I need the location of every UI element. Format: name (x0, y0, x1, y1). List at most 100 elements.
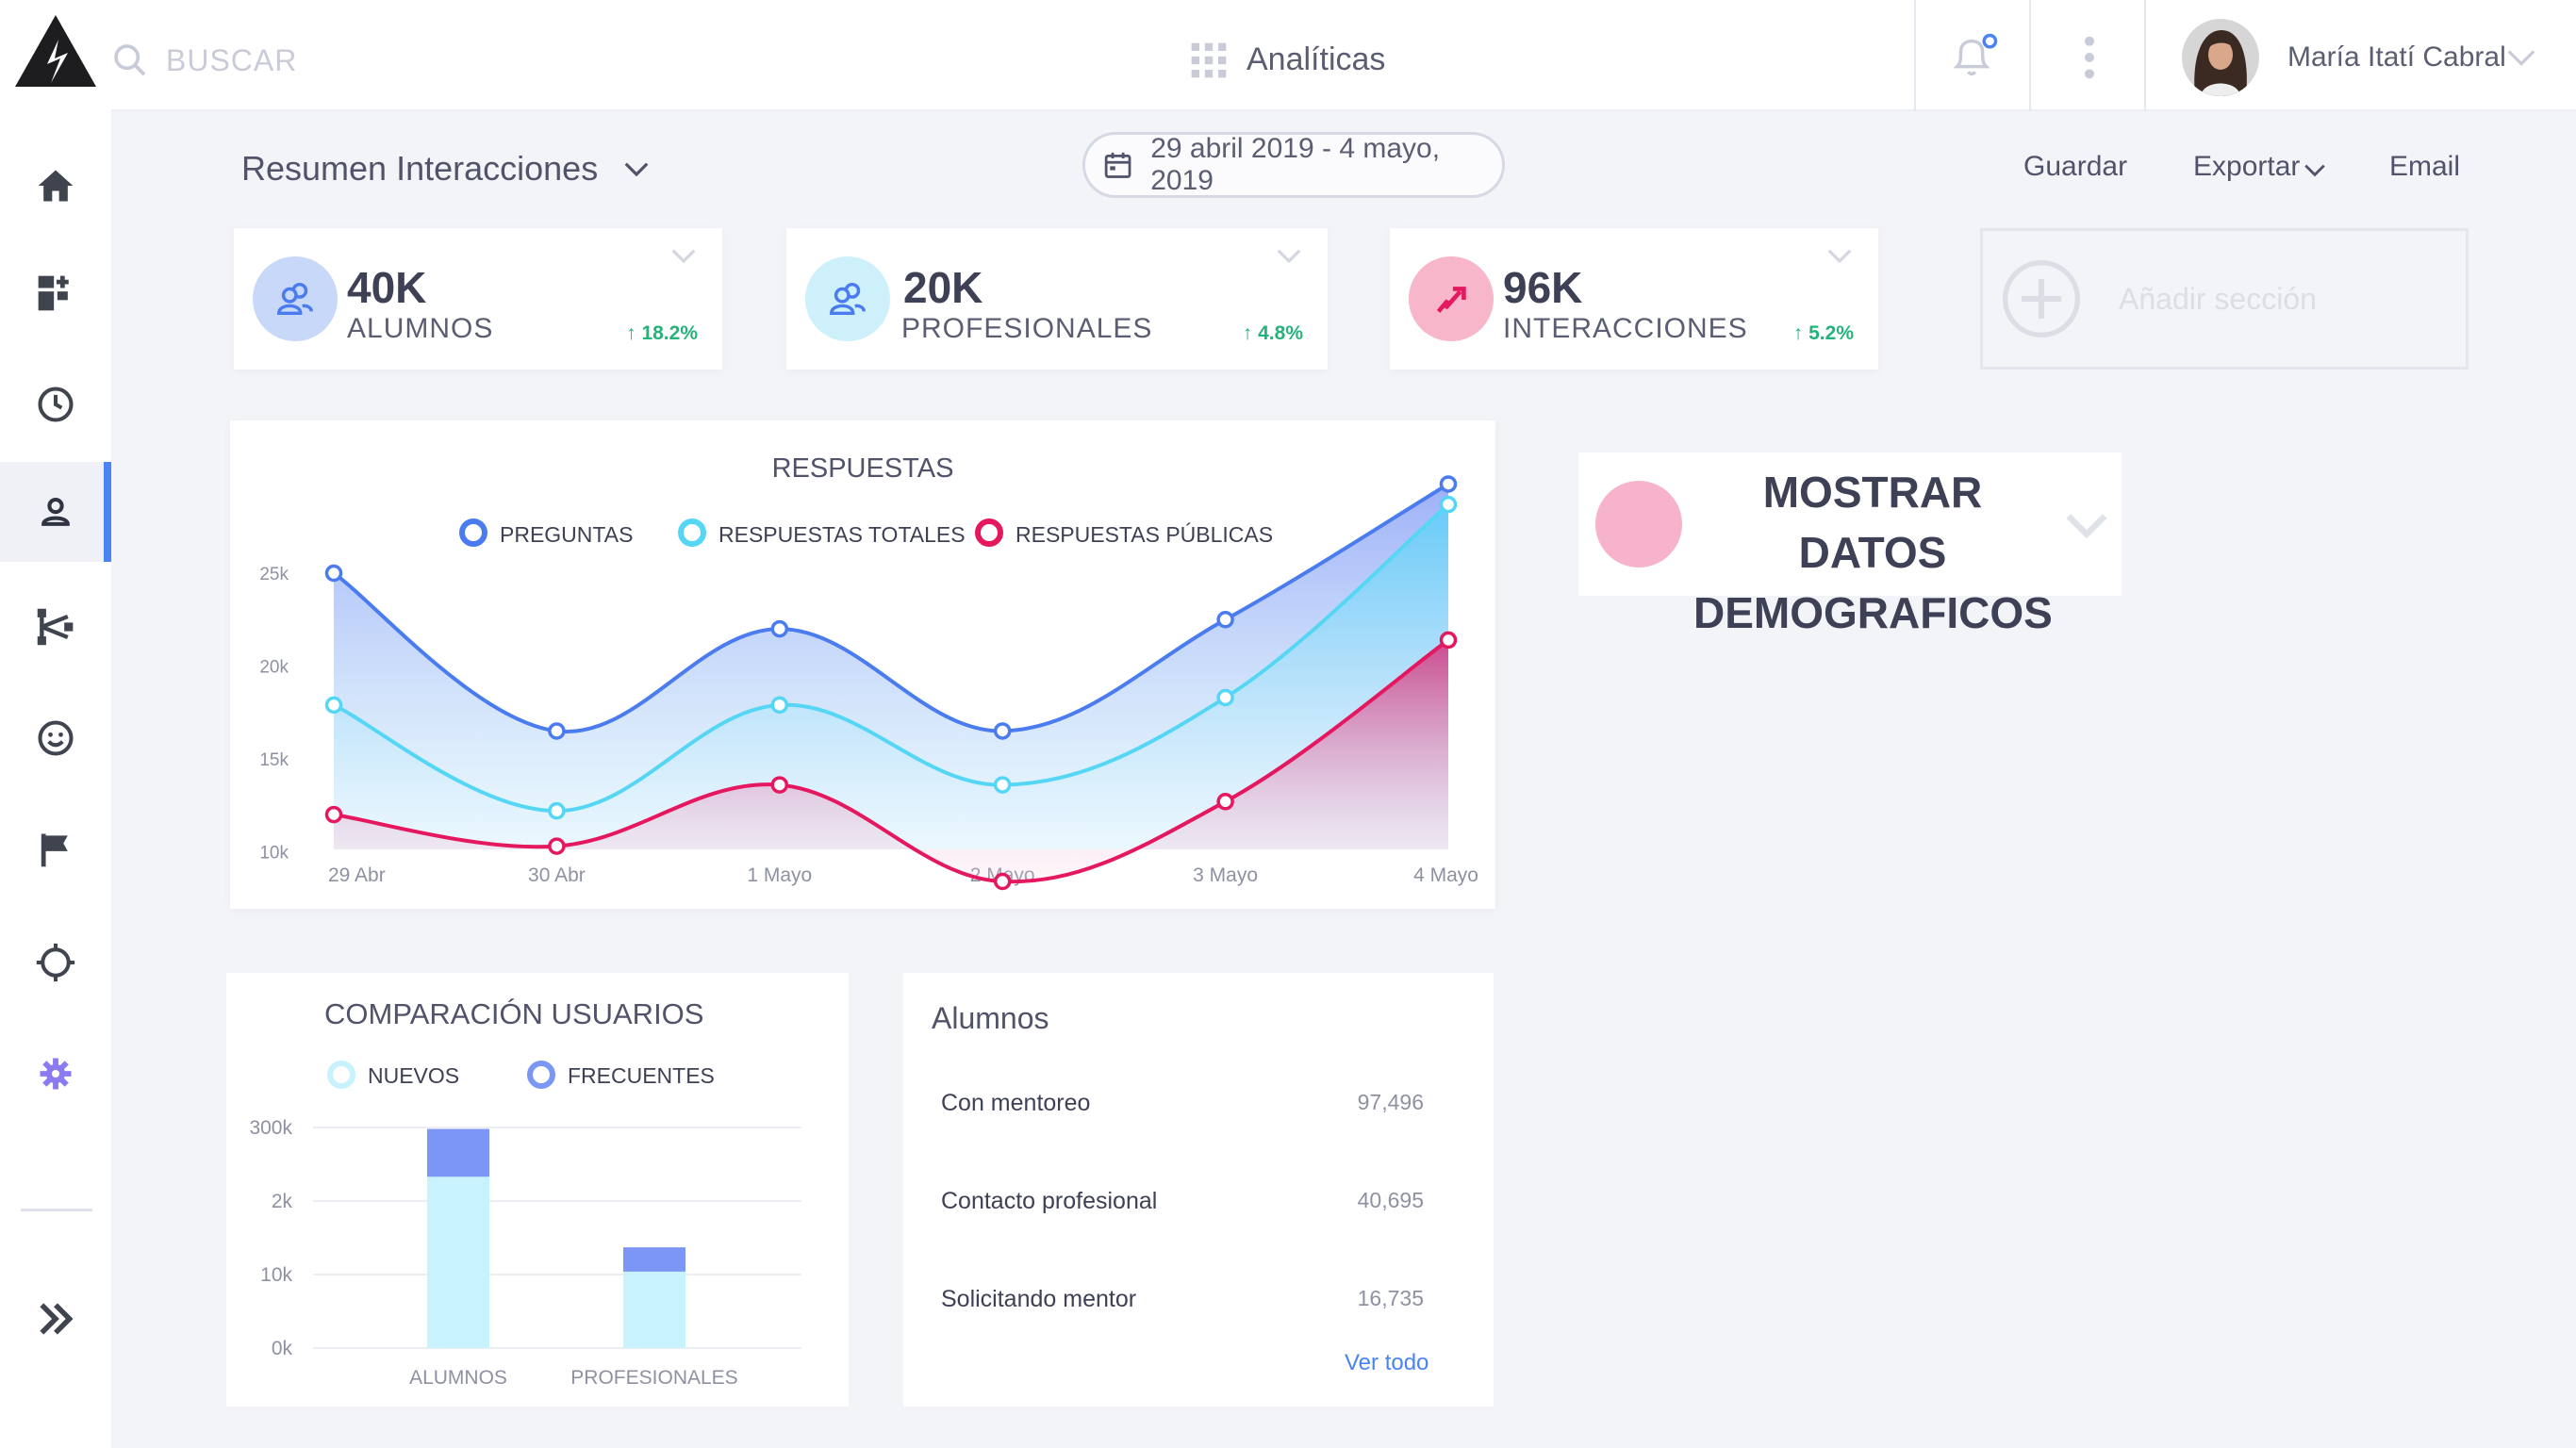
demographics-title[interactable]: MOSTRAR DATOS DEMOGRAFICOS (1693, 462, 2053, 643)
arrow-up-icon: ↑ (626, 322, 642, 344)
legend-marker[interactable] (975, 518, 1003, 547)
sidebar-expand-button[interactable] (0, 1269, 111, 1369)
data-point[interactable] (993, 776, 1012, 794)
user-name[interactable]: María Itatí Cabral (2287, 41, 2506, 74)
sidebar-item-home[interactable] (0, 136, 111, 236)
avatar[interactable] (2182, 19, 2259, 96)
data-point[interactable] (1216, 688, 1234, 707)
dashboard-add-icon (38, 275, 69, 311)
sidebar-item-dashboard[interactable] (0, 243, 111, 343)
data-point[interactable] (548, 722, 566, 740)
kpi-delta: ↑ 18.2% (626, 322, 698, 344)
topbar-divider (2144, 0, 2146, 111)
data-point[interactable] (1216, 793, 1234, 811)
data-point[interactable] (1439, 475, 1458, 493)
bar-segment[interactable] (427, 1128, 489, 1177)
data-point[interactable] (993, 722, 1012, 740)
more-vertical-icon[interactable] (2071, 32, 2108, 83)
kpi-icon-circle (253, 256, 338, 341)
double-chevron-right-icon (40, 1303, 74, 1335)
x-tick-label: 4 Mayo (1413, 864, 1478, 886)
flag-icon (41, 833, 68, 867)
export-button[interactable]: Exportar (2193, 151, 2300, 183)
sidebar-item-settings[interactable] (0, 1024, 111, 1124)
x-tick-label: 30 Abr (528, 864, 586, 886)
kpi-delta: ↑ 4.8% (1242, 322, 1303, 344)
y-tick-label: 15k (259, 750, 289, 770)
sidebar-item-feedback[interactable] (0, 688, 111, 788)
data-point[interactable] (1216, 611, 1234, 629)
data-point[interactable] (993, 872, 1012, 891)
sidebar-item-share[interactable] (0, 577, 111, 677)
legend-label[interactable]: RESPUESTAS PÚBLICAS (1016, 522, 1273, 547)
kpi-value: 96K (1503, 263, 1583, 312)
users-icon (830, 282, 866, 316)
table-row: Contacto profesional 40,695 (941, 1188, 1424, 1226)
data-point[interactable] (548, 837, 566, 855)
kpi-icon-circle (1409, 256, 1494, 341)
chevron-down-icon[interactable] (2506, 45, 2536, 70)
arrow-up-icon: ↑ (1242, 322, 1259, 344)
date-range-picker[interactable]: 29 abril 2019 - 4 mayo, 2019 (1082, 132, 1505, 198)
search-icon (114, 44, 146, 76)
gear-icon (40, 1058, 72, 1090)
chevron-down-icon[interactable] (2303, 160, 2327, 181)
kpi-card-profesionales[interactable]: 20K PROFESIONALES ↑ 4.8% (786, 228, 1328, 370)
data-point[interactable] (324, 696, 343, 715)
data-point[interactable] (548, 801, 566, 820)
y-tick-label: 25k (259, 565, 289, 584)
bar-segment[interactable] (623, 1271, 685, 1348)
kpi-label: ALUMNOS (347, 313, 494, 344)
legend-marker[interactable] (678, 518, 706, 547)
search-input[interactable] (166, 36, 562, 85)
data-point[interactable] (1439, 631, 1458, 650)
data-point[interactable] (770, 619, 789, 638)
kpi-card-alumnos[interactable]: 40K ALUMNOS ↑ 18.2% (234, 228, 722, 370)
x-tick-label: 3 Mayo (1193, 864, 1258, 886)
legend-label[interactable]: RESPUESTAS TOTALES (718, 522, 966, 547)
bar-segment[interactable] (427, 1176, 489, 1348)
save-button[interactable]: Guardar (2023, 151, 2127, 183)
notification-bell-icon[interactable] (1948, 32, 1999, 83)
page-title[interactable]: Resumen Interacciones (241, 149, 598, 189)
chevron-down-icon[interactable] (1275, 245, 1303, 268)
sidebar-item-reports[interactable] (0, 799, 111, 899)
row-value: 97,496 (1357, 1090, 1424, 1114)
apps-grid-icon[interactable] (1190, 41, 1228, 79)
calendar-icon (1104, 152, 1131, 178)
data-point[interactable] (770, 696, 789, 715)
data-point[interactable] (324, 805, 343, 824)
legend-marker[interactable] (459, 518, 487, 547)
clock-icon (38, 387, 74, 422)
data-point[interactable] (770, 776, 789, 794)
legend-marker[interactable] (327, 1061, 355, 1089)
sidebar-item-history[interactable] (0, 354, 111, 454)
chevron-down-icon[interactable] (669, 245, 698, 268)
y-tick-label: 0k (272, 1338, 293, 1359)
kpi-label: PROFESIONALES (901, 313, 1153, 344)
data-point[interactable] (1439, 495, 1458, 514)
chevron-down-icon[interactable] (2065, 511, 2108, 543)
sidebar-item-targets[interactable] (0, 913, 111, 1012)
add-section-label: Añadir sección (2119, 281, 2317, 316)
chevron-down-icon[interactable] (622, 158, 651, 181)
bar-segment[interactable] (623, 1247, 685, 1272)
table-row: Con mentoreo 97,496 (941, 1090, 1424, 1127)
x-tick-label: ALUMNOS (409, 1367, 507, 1389)
legend-marker[interactable] (527, 1061, 555, 1089)
email-button[interactable]: Email (2389, 151, 2460, 183)
data-point[interactable] (324, 564, 343, 583)
sidebar-item-users[interactable] (0, 462, 111, 562)
row-label: Con mentoreo (941, 1090, 1091, 1116)
crosshair-icon (36, 943, 75, 982)
kpi-icon-circle (805, 256, 890, 341)
arrow-up-icon: ↑ (1792, 322, 1809, 344)
add-section-button[interactable]: Añadir sección (1980, 228, 2469, 370)
logo-icon[interactable] (13, 13, 98, 89)
legend-label[interactable]: PREGUNTAS (500, 522, 633, 547)
kpi-card-interacciones[interactable]: 96K INTERACCIONES ↑ 5.2% (1390, 228, 1878, 370)
legend-label[interactable]: FRECUENTES (568, 1063, 715, 1088)
chevron-down-icon[interactable] (1825, 245, 1854, 268)
see-all-link[interactable]: Ver todo (1345, 1350, 1428, 1376)
legend-label[interactable]: NUEVOS (368, 1063, 459, 1088)
